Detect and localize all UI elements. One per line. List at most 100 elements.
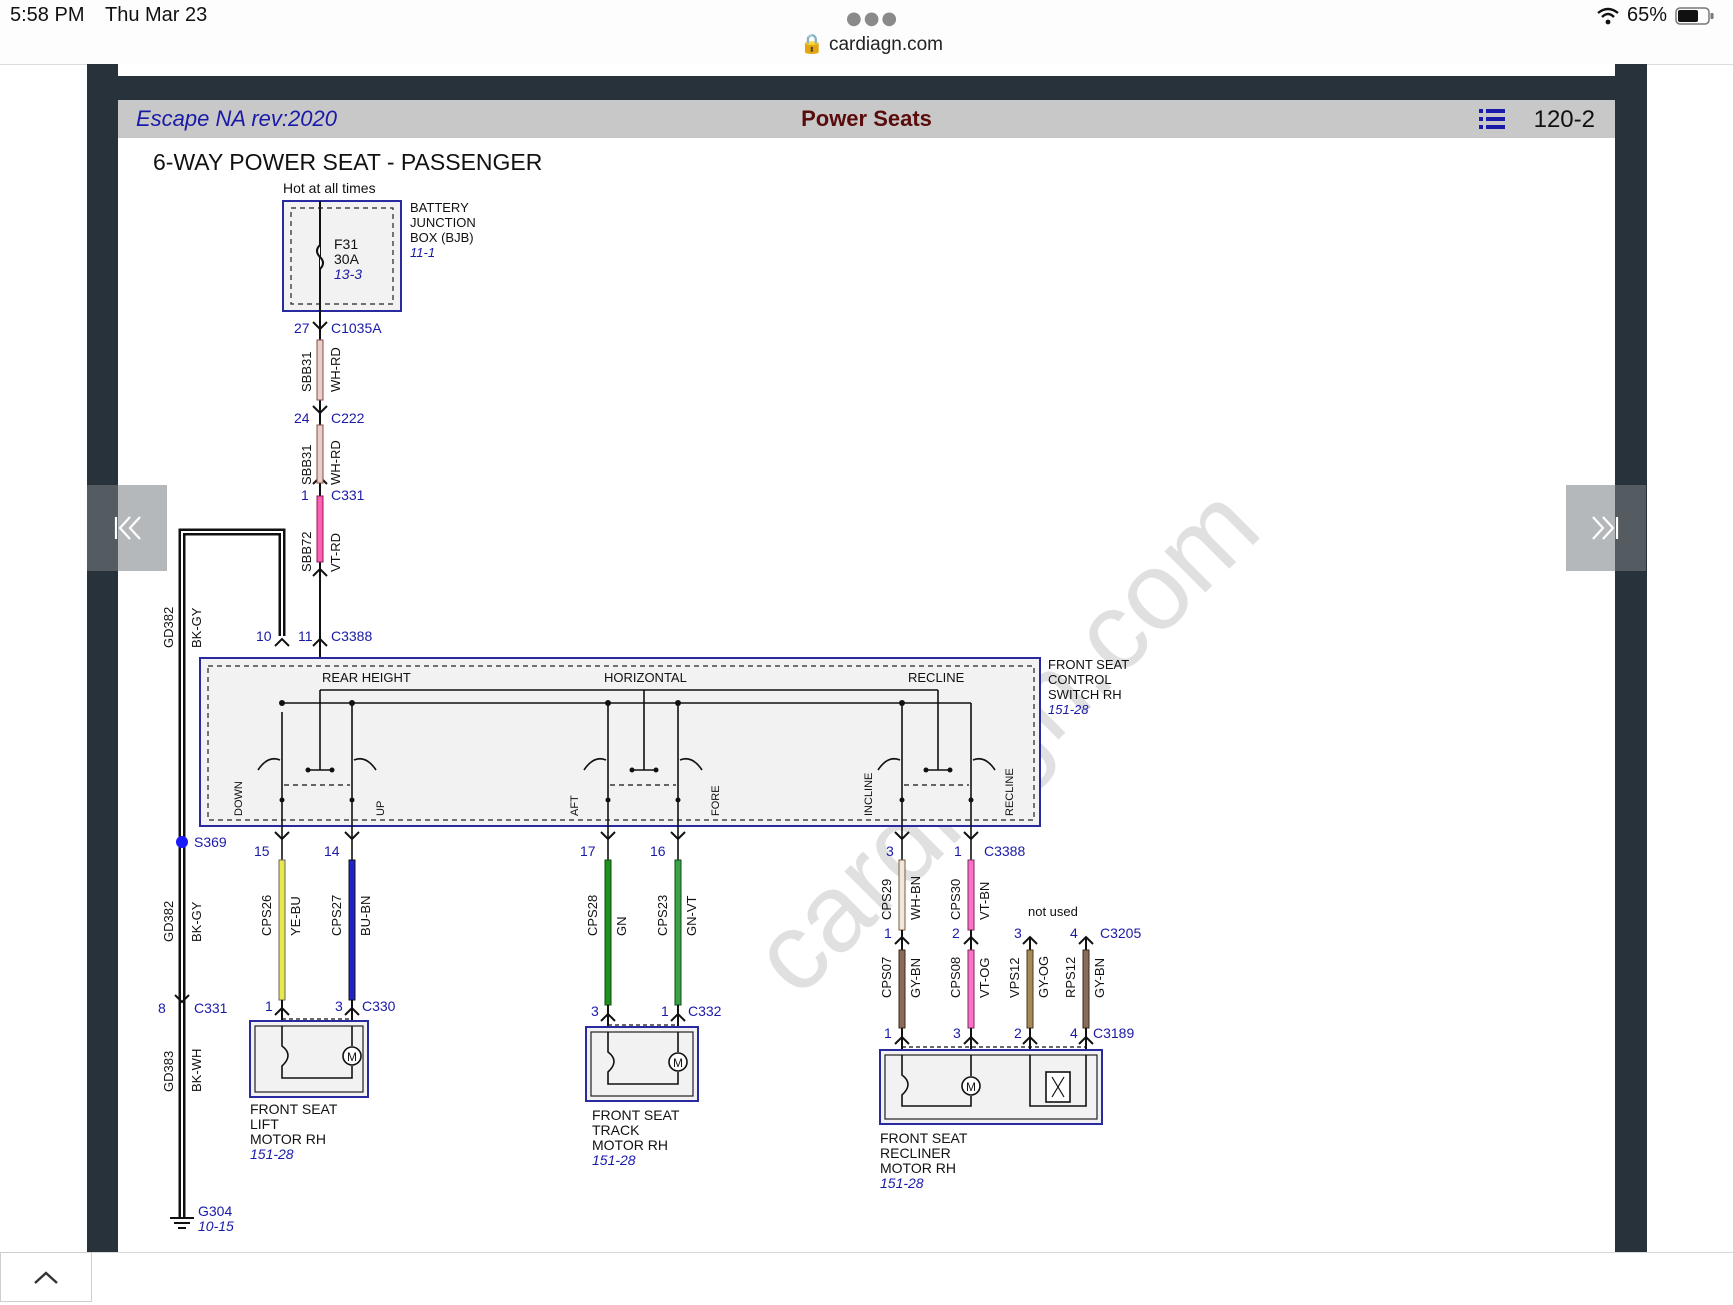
cps27-color: BU-BN [358, 896, 373, 936]
chevron-up-icon [34, 1271, 58, 1284]
sbb72-color: VT-RD [328, 533, 343, 572]
cps28-color: GN [614, 917, 629, 937]
gd382-top-color: BK-GY [189, 607, 204, 648]
diagram-page: Escape NA rev:2020 Power Seats 120-2 car… [118, 100, 1615, 1255]
c3388-top-name: C3388 [331, 628, 372, 644]
c331-bottom-pin: 8 [158, 1000, 166, 1016]
c3205-name: C3205 [1100, 925, 1141, 941]
bjb-label-2: JUNCTION [410, 215, 476, 230]
previous-page-edge [118, 64, 1615, 76]
previous-page-button[interactable] [87, 485, 167, 571]
pos-down: DOWN [233, 781, 245, 816]
c3189-name: C3189 [1093, 1025, 1134, 1041]
rps12-pin-bot: 4 [1070, 1025, 1078, 1041]
cps23-color: GN-VT [684, 896, 699, 937]
cps26-circuit: CPS26 [259, 895, 274, 936]
scroll-up-button[interactable] [0, 1252, 92, 1302]
not-used-label: not used [1028, 904, 1078, 919]
pos-recline: RECLINE [1004, 768, 1016, 816]
fuse-name: F31 [334, 236, 358, 252]
cps08-color: VT-OG [977, 958, 992, 998]
cps27-circuit: CPS27 [329, 895, 344, 936]
track-label-3: MOTOR RH [592, 1137, 668, 1153]
switch-ref[interactable]: 151-28 [1048, 702, 1089, 717]
cps28-pin-bot: 3 [591, 1003, 599, 1019]
lift-label-1: FRONT SEAT [250, 1101, 338, 1117]
cps29-circuit: CPS29 [879, 879, 894, 920]
sbb31b-circuit: SBB31 [299, 445, 314, 485]
splice-s369 [176, 836, 188, 848]
switch-label-2: CONTROL [1048, 672, 1112, 687]
c332-name: C332 [688, 1003, 722, 1019]
diagram-title: 6-WAY POWER SEAT - PASSENGER [153, 149, 542, 175]
pos-aft: AFT [569, 795, 581, 816]
recliner-label-1: FRONT SEAT [880, 1130, 968, 1146]
sbb31b-color: WH-RD [328, 440, 343, 485]
address-bar[interactable]: 🔒 cardiagn.com [800, 32, 943, 56]
cps28-pin-top: 17 [580, 843, 596, 859]
recliner-label-2: RECLINER [880, 1145, 951, 1161]
next-page-button[interactable] [1566, 485, 1646, 571]
double-chevron-right-icon [1592, 516, 1619, 540]
more-dots-icon[interactable]: ●●● [846, 8, 899, 29]
gd382-top-circuit: GD382 [161, 607, 176, 648]
group-rear-height: REAR HEIGHT [322, 670, 411, 685]
pos-incline: INCLINE [863, 773, 875, 816]
track-label-2: TRACK [592, 1122, 640, 1138]
c331-top-name: C331 [331, 487, 365, 503]
bjb-ref[interactable]: 11-1 [410, 245, 435, 260]
cps23-pin-bot: 1 [661, 1003, 669, 1019]
cps07-color: GY-BN [908, 958, 923, 998]
cps08-pin-bot: 3 [953, 1025, 961, 1041]
recliner-ref[interactable]: 151-28 [880, 1175, 924, 1191]
ground-ref[interactable]: 10-15 [198, 1218, 234, 1234]
track-ref[interactable]: 151-28 [592, 1152, 636, 1168]
wifi-icon [1597, 7, 1619, 24]
sbb31a-circuit: SBB31 [299, 352, 314, 392]
c1035a-pin: 27 [294, 320, 310, 336]
pos-fore: FORE [710, 785, 722, 816]
cps23-pin-top: 16 [650, 843, 666, 859]
vps12-circuit: VPS12 [1007, 958, 1022, 998]
status-right: 65% [1597, 4, 1715, 27]
cps30-pin-top: 1 [954, 843, 962, 859]
page-number: 120-2 [1533, 106, 1595, 133]
gd382-mid-circuit: GD382 [161, 901, 176, 942]
cps27-pin-top: 14 [324, 843, 340, 859]
vps12-pin-bot: 2 [1014, 1025, 1022, 1041]
rps12-color: GY-BN [1092, 958, 1107, 998]
cps07-circuit: CPS07 [879, 957, 894, 998]
recliner-label-3: MOTOR RH [880, 1160, 956, 1176]
pos-up: UP [375, 801, 387, 816]
lift-label-3: MOTOR RH [250, 1131, 326, 1147]
status-date: Thu Mar 23 [105, 4, 208, 26]
section-title: Power Seats [801, 106, 932, 131]
cps26-pin-top: 15 [254, 843, 270, 859]
lock-icon: 🔒 [800, 34, 824, 55]
c3388-pin10: 10 [256, 628, 272, 644]
battery-icon [1675, 6, 1714, 25]
cps28-circuit: CPS28 [585, 895, 600, 936]
url-text: cardiagn.com [828, 34, 944, 55]
vps12-color: GY-OG [1036, 956, 1051, 998]
lift-ref[interactable]: 151-28 [250, 1146, 294, 1162]
track-motor-m: M [673, 1056, 683, 1070]
group-horizontal: HORIZONTAL [604, 670, 687, 685]
cps07-pin-bot: 1 [884, 1025, 892, 1041]
track-label-1: FRONT SEAT [592, 1107, 680, 1123]
c3388-pin11: 11 [298, 628, 313, 644]
lift-label-2: LIFT [250, 1116, 279, 1132]
ground-name: G304 [198, 1203, 232, 1219]
hot-label: Hot at all times [283, 180, 376, 196]
cps08-pin-top: 2 [952, 925, 960, 941]
rps12-circuit: RPS12 [1063, 957, 1078, 998]
cps27-pin-bot: 3 [335, 998, 343, 1014]
vps12-pin-top: 3 [1014, 925, 1022, 941]
cps26-pin-bot: 1 [265, 998, 273, 1014]
fuse-ref[interactable]: 13-3 [334, 266, 362, 282]
cps30-circuit: CPS30 [948, 879, 963, 920]
list-icon[interactable] [1479, 108, 1505, 130]
gd383-color: BK-WH [189, 1049, 204, 1092]
cps23-circuit: CPS23 [655, 895, 670, 936]
bjb-label-3: BOX (BJB) [410, 230, 474, 245]
